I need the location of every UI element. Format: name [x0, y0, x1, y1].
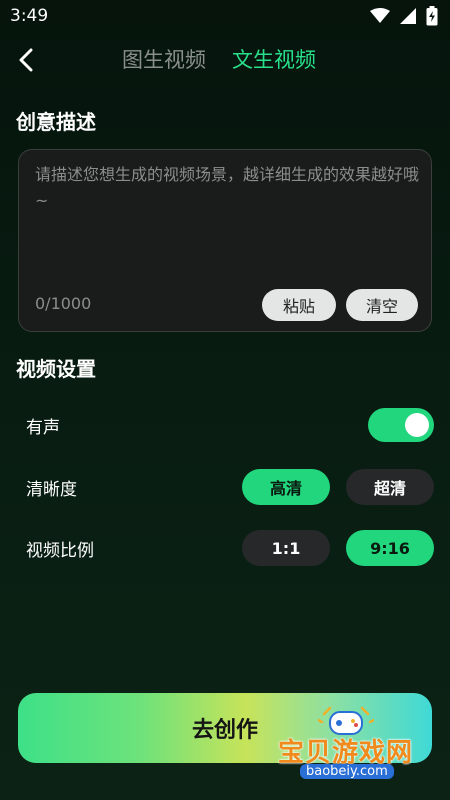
- paste-button[interactable]: 粘贴: [262, 289, 336, 321]
- wifi-icon: [370, 8, 390, 23]
- clear-button[interactable]: 清空: [346, 289, 418, 321]
- creative-section-title: 创意描述: [16, 110, 96, 134]
- signal-icon: [400, 8, 416, 24]
- status-icons: [370, 6, 438, 26]
- status-time: 3:49: [10, 6, 49, 26]
- clarity-hd-button[interactable]: 高清: [242, 469, 330, 505]
- watermark: 宝贝游戏网 baobeiy.com: [270, 700, 450, 790]
- tab-image-to-video[interactable]: 图生视频: [122, 44, 206, 74]
- battery-charging-icon: [426, 6, 438, 26]
- description-input[interactable]: [35, 162, 419, 272]
- watermark-url: baobeiy.com: [300, 764, 394, 779]
- char-count: 0/1000: [35, 294, 92, 313]
- clarity-uhd-button[interactable]: 超清: [346, 469, 434, 505]
- ratio-9-16-button[interactable]: 9:16: [346, 530, 434, 566]
- back-button[interactable]: [12, 42, 40, 78]
- mode-tabs: 图生视频 文生视频: [122, 44, 316, 74]
- header: 图生视频 文生视频: [0, 38, 450, 82]
- sound-setting-row: 有声: [0, 405, 450, 445]
- sound-label: 有声: [26, 418, 60, 438]
- tab-text-to-video[interactable]: 文生视频: [232, 44, 316, 74]
- sound-toggle[interactable]: [368, 408, 434, 442]
- ratio-label: 视频比例: [26, 541, 94, 561]
- ratio-setting-row: 视频比例 1:1 9:16: [0, 528, 450, 568]
- chevron-left-icon: [19, 48, 33, 72]
- clarity-setting-row: 清晰度 高清 超清: [0, 467, 450, 507]
- toggle-knob: [405, 413, 429, 437]
- clarity-label: 清晰度: [26, 480, 77, 500]
- settings-section-title: 视频设置: [16, 357, 96, 381]
- description-box: 0/1000 粘贴 清空: [18, 149, 432, 332]
- status-bar: 3:49: [0, 0, 450, 32]
- ratio-1-1-button[interactable]: 1:1: [242, 530, 330, 566]
